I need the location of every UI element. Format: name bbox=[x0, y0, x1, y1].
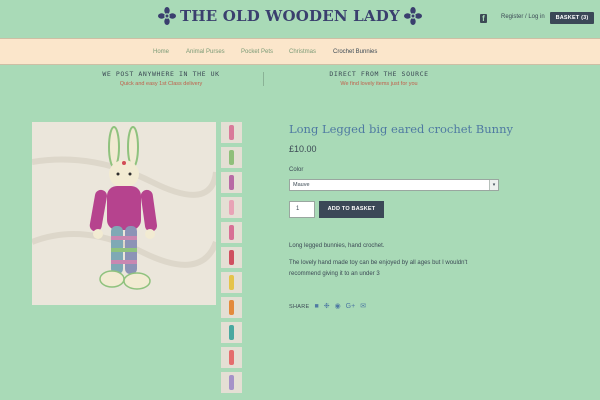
product-main-image[interactable] bbox=[32, 122, 216, 305]
bunny-thumbnail-lilac bbox=[229, 375, 234, 390]
chevron-down-icon[interactable]: ▾ bbox=[489, 180, 498, 190]
bunny-thumbnail-mauve bbox=[229, 175, 234, 190]
nav-item-christmas[interactable]: Christmas bbox=[289, 49, 316, 55]
flower-logo-icon bbox=[403, 7, 422, 25]
thumbnail-2[interactable] bbox=[221, 147, 242, 168]
thumbnail-6[interactable] bbox=[221, 247, 242, 268]
bunny-thumbnail-red bbox=[229, 250, 234, 265]
nav-item-crochet-bunnies[interactable]: Crochet Bunnies bbox=[333, 49, 377, 55]
account-link[interactable]: Register / Log in bbox=[501, 14, 545, 20]
main-nav: Home Animal Purses Pocket Pets Christmas… bbox=[0, 38, 600, 65]
bunny-thumbnail-orange bbox=[229, 300, 234, 315]
bunny-thumbnail-rose bbox=[229, 225, 234, 240]
nav-item-animal-purses[interactable]: Animal Purses bbox=[186, 49, 225, 55]
product-description-long: The lovely hand made toy can be enjoyed … bbox=[289, 260, 468, 277]
thumbnail-1[interactable] bbox=[221, 122, 242, 143]
share-bar: SHARE ■ ❉ ◉ G+ ✉ bbox=[289, 303, 366, 311]
thumbnail-4[interactable] bbox=[221, 197, 242, 218]
thumbnail-9[interactable] bbox=[221, 322, 242, 343]
promo-delivery: WE POST ANYWHERE IN THE UK Quick and eas… bbox=[80, 70, 242, 87]
nav-item-pocket-pets[interactable]: Pocket Pets bbox=[241, 49, 273, 55]
email-icon[interactable]: ✉ bbox=[360, 303, 366, 311]
bunny-thumbnail-green bbox=[229, 150, 234, 165]
quantity-input[interactable]: 1 bbox=[289, 201, 315, 218]
product-price: £10.00 bbox=[289, 144, 317, 154]
logo-text: THE OLD WOODEN LADY bbox=[180, 7, 400, 25]
promo-delivery-title: WE POST ANYWHERE IN THE UK bbox=[102, 70, 220, 78]
color-select-value: Mauve bbox=[293, 182, 310, 188]
logo[interactable]: THE OLD WOODEN LADY bbox=[158, 7, 422, 25]
thumbnail-5[interactable] bbox=[221, 222, 242, 243]
bunny-thumbnail-yellow bbox=[229, 275, 234, 290]
crochet-bunny-illustration bbox=[32, 122, 216, 305]
thumbnail-strip bbox=[221, 122, 242, 397]
thumbnail-10[interactable] bbox=[221, 347, 242, 368]
thumbnail-8[interactable] bbox=[221, 297, 242, 318]
thumbnail-3[interactable] bbox=[221, 172, 242, 193]
promo-delivery-subtitle: Quick and easy 1st Class delivery bbox=[119, 81, 203, 87]
bunny-thumbnail-pink bbox=[229, 125, 234, 140]
twitter-icon[interactable]: ❉ bbox=[324, 303, 330, 311]
pinterest-icon[interactable]: ◉ bbox=[335, 303, 341, 311]
promo-source-title: DIRECT FROM THE SOURCE bbox=[329, 70, 429, 78]
bunny-thumbnail-coral bbox=[229, 350, 234, 365]
thumbnail-7[interactable] bbox=[221, 272, 242, 293]
color-select[interactable]: Mauve ▾ bbox=[289, 179, 499, 191]
facebook-icon[interactable]: ■ bbox=[314, 303, 318, 311]
product-title: Long Legged big eared crochet Bunny bbox=[289, 122, 513, 136]
promo-divider bbox=[263, 72, 264, 86]
flower-logo-icon bbox=[158, 7, 176, 25]
add-to-basket-button[interactable]: ADD TO BASKET bbox=[319, 201, 384, 218]
google-plus-icon[interactable]: G+ bbox=[346, 303, 356, 311]
promo-source-subtitle: We find lovely items just for you bbox=[340, 81, 418, 87]
bunny-thumbnail-teal bbox=[229, 325, 234, 340]
promo-source: DIRECT FROM THE SOURCE We find lovely it… bbox=[300, 70, 458, 87]
site-header: THE OLD WOODEN LADY f Register / Log in … bbox=[0, 0, 600, 38]
color-label: Color bbox=[289, 167, 304, 173]
product-description-short: Long legged bunnies, hand crochet. bbox=[289, 243, 385, 249]
bunny-thumbnail-pink-light bbox=[229, 200, 234, 215]
facebook-icon[interactable]: f bbox=[480, 14, 487, 23]
share-label: SHARE bbox=[289, 304, 310, 310]
thumbnail-11[interactable] bbox=[221, 372, 242, 393]
nav-item-home[interactable]: Home bbox=[153, 49, 169, 55]
basket-button[interactable]: BASKET (3) bbox=[550, 12, 594, 24]
